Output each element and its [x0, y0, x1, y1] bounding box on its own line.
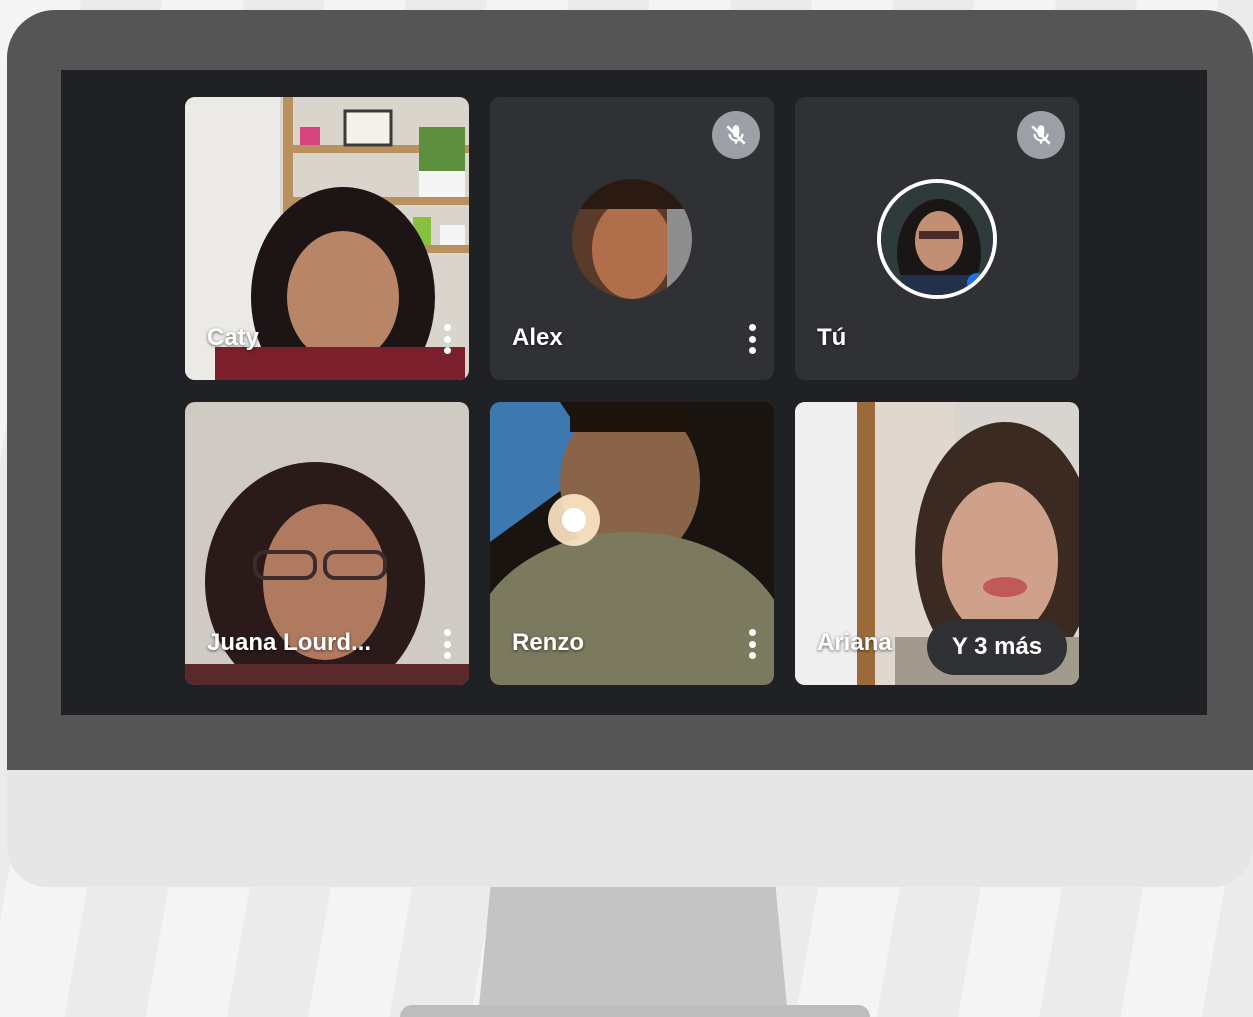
participant-tile-alex[interactable]: Alex	[490, 97, 774, 380]
more-vert-icon[interactable]	[744, 324, 760, 354]
participant-name: Ariana	[817, 629, 892, 656]
mic-off-icon	[712, 111, 760, 159]
participant-tile-caty[interactable]: Caty	[185, 97, 469, 380]
participant-name: Juana Lourd...	[207, 629, 372, 656]
more-vert-icon[interactable]	[744, 629, 760, 659]
meeting-screen: Caty Alex Tú Juana Lourd... Renzo Ariana…	[61, 70, 1207, 715]
avatar	[572, 179, 692, 299]
participant-tile-juana[interactable]: Juana Lourd...	[185, 402, 469, 685]
participant-name: Caty	[207, 324, 260, 351]
monitor-stand	[478, 887, 788, 1017]
more-participants-button[interactable]: Y 3 más	[927, 619, 1067, 675]
monitor-chin	[7, 770, 1253, 887]
monitor-stand-base	[400, 1005, 870, 1017]
more-vert-icon[interactable]	[439, 629, 455, 659]
participant-name: Renzo	[512, 629, 584, 656]
participant-name: Tú	[817, 324, 847, 351]
participant-tile-ariana[interactable]: Ariana Y 3 más	[795, 402, 1079, 685]
participant-tile-self[interactable]: Tú	[795, 97, 1079, 380]
participant-tile-renzo[interactable]: Renzo	[490, 402, 774, 685]
more-vert-icon[interactable]	[439, 324, 455, 354]
avatar	[877, 179, 997, 299]
participant-name: Alex	[512, 324, 563, 351]
mic-off-icon	[1017, 111, 1065, 159]
